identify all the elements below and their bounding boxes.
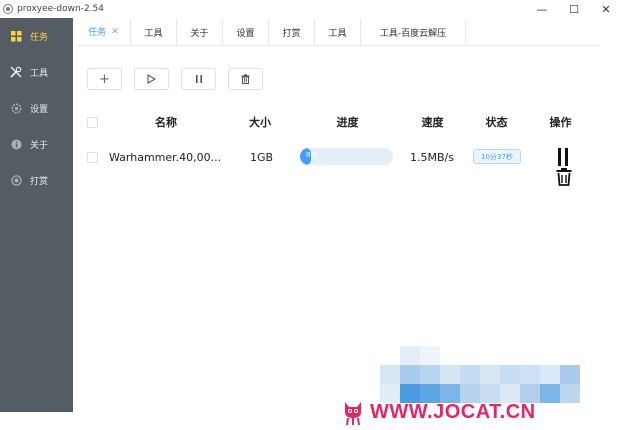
- trash-icon: [241, 74, 250, 84]
- sidebar-item-donate[interactable]: 打赏: [0, 162, 73, 198]
- row-checkbox[interactable]: [87, 152, 98, 163]
- tab-tools-2[interactable]: 工具: [315, 19, 361, 45]
- window-title: proxyee-down-2.54: [17, 4, 104, 14]
- table-row[interactable]: Warhammer.40,00... 1GB 8% 1.5MB/s 10分37秒: [80, 142, 600, 186]
- tab-bar: 任务 ✕ 工具 关于 设置 打赏 工具 工具-百度云解压: [77, 19, 466, 46]
- file-name: Warhammer.40,00...: [109, 150, 222, 164]
- tab-label: 工具: [328, 28, 347, 39]
- sidebar-item-label: 任务: [30, 32, 49, 43]
- file-size: 1GB: [250, 150, 274, 164]
- minimize-button[interactable]: —: [526, 0, 558, 18]
- sidebar-item-settings[interactable]: 设置: [0, 90, 73, 126]
- donate-icon: [10, 174, 22, 186]
- maximize-button[interactable]: ☐: [558, 0, 590, 18]
- sidebar-item-label: 设置: [30, 104, 49, 115]
- status-badge: 10分37秒: [473, 149, 521, 164]
- sidebar-item-label: 打赏: [30, 176, 49, 187]
- tab-tools[interactable]: 工具: [131, 19, 177, 45]
- tab-label: 打赏: [282, 28, 301, 39]
- sidebar-item-tools[interactable]: 工具: [0, 54, 73, 90]
- sidebar-item-label: 工具: [30, 68, 49, 79]
- tab-settings[interactable]: 设置: [223, 19, 269, 45]
- sidebar: 任务 工具 设置 关于 打赏: [0, 18, 73, 412]
- pause-icon: [195, 75, 202, 83]
- close-icon[interactable]: ✕: [111, 27, 119, 37]
- table-header: 名称 大小 进度 速度 状态 操作: [80, 110, 600, 134]
- column-header-action: 操作: [549, 116, 572, 129]
- watermark: WWW.JOCAT.CN: [342, 398, 536, 426]
- tab-label: 工具-百度云解压: [379, 28, 447, 39]
- tab-label: 工具: [144, 28, 163, 39]
- pause-task-icon[interactable]: [556, 148, 570, 166]
- grid-icon: [10, 30, 22, 42]
- delete-button[interactable]: [228, 68, 263, 90]
- column-header-name: 名称: [155, 116, 177, 129]
- tab-label: 任务: [88, 28, 107, 38]
- cat-logo-icon: [345, 402, 361, 426]
- tab-donate[interactable]: 打赏: [269, 19, 315, 45]
- tab-about[interactable]: 关于: [177, 19, 223, 45]
- column-header-status: 状态: [485, 116, 508, 129]
- tab-tasks[interactable]: 任务 ✕: [77, 19, 131, 45]
- app-icon: [3, 4, 13, 14]
- close-window-button[interactable]: ✕: [590, 0, 622, 18]
- sidebar-item-about[interactable]: 关于: [0, 126, 73, 162]
- tools-icon: [10, 66, 22, 78]
- start-button[interactable]: [134, 68, 169, 90]
- tab-divider: [466, 45, 598, 46]
- delete-task-icon[interactable]: [556, 168, 572, 186]
- tab-baidu-unzip[interactable]: 工具-百度云解压: [361, 19, 466, 45]
- plus-icon: +: [99, 71, 110, 87]
- select-all-checkbox[interactable]: [87, 117, 98, 128]
- progress-bar: 8%: [300, 148, 393, 165]
- toolbar: +: [87, 68, 275, 90]
- column-header-speed: 速度: [421, 116, 444, 129]
- column-header-progress: 进度: [336, 116, 359, 129]
- window-controls: — ☐ ✕: [526, 0, 622, 18]
- column-header-size: 大小: [249, 116, 271, 129]
- pause-button[interactable]: [181, 68, 216, 90]
- title-bar: proxyee-down-2.54 — ☐ ✕: [0, 0, 622, 18]
- play-icon: [147, 74, 156, 84]
- tab-label: 设置: [236, 28, 255, 39]
- sidebar-item-tasks[interactable]: 任务: [0, 18, 73, 54]
- sidebar-item-label: 关于: [30, 140, 49, 151]
- watermark-text: WWW.JOCAT.CN: [370, 400, 536, 423]
- add-task-button[interactable]: +: [87, 68, 122, 90]
- info-icon: [10, 138, 22, 150]
- tab-label: 关于: [190, 28, 209, 39]
- progress-text: 8%: [306, 151, 318, 159]
- download-speed: 1.5MB/s: [410, 150, 454, 164]
- gear-icon: [10, 102, 22, 114]
